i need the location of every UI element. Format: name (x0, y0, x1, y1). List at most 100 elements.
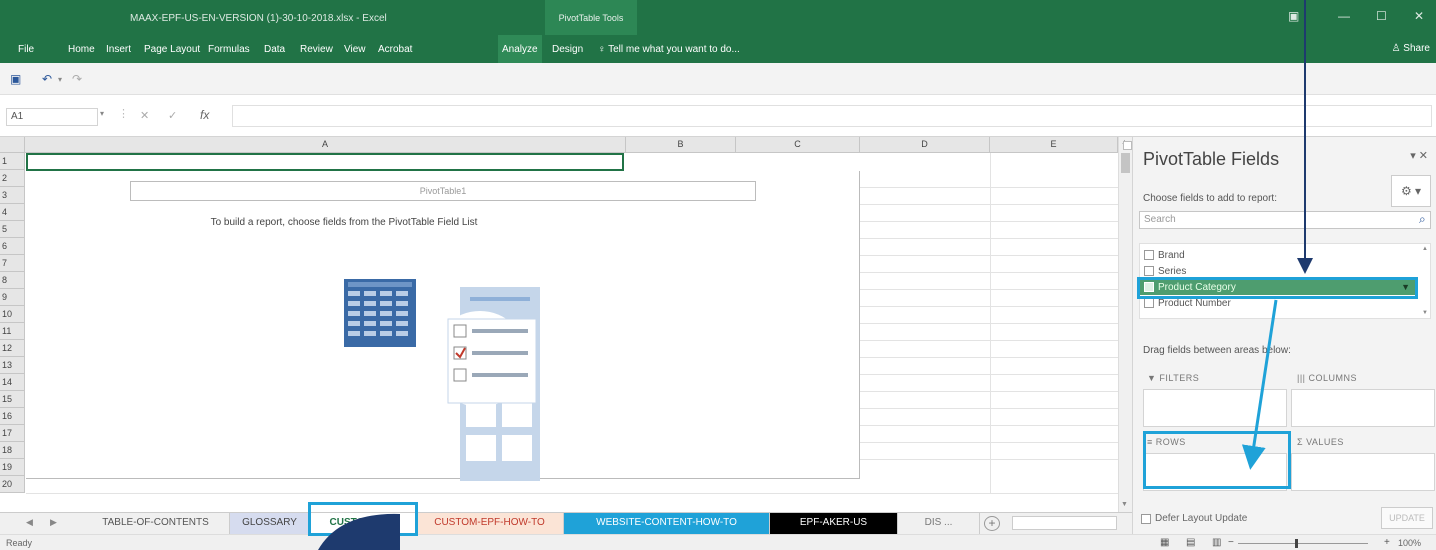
tell-me-search[interactable]: ♀ Tell me what you want to do... (598, 44, 740, 55)
name-box[interactable]: A1 (6, 108, 98, 126)
undo-icon[interactable]: ↶ (42, 72, 52, 86)
column-header-a[interactable]: A (25, 137, 626, 153)
sheet-tab-table-of-contents[interactable]: TABLE-OF-CONTENTS (82, 513, 230, 534)
insert-function-icon[interactable]: fx (200, 108, 209, 122)
select-all-corner[interactable] (0, 137, 25, 153)
tab-data[interactable]: Data (264, 44, 285, 55)
tab-acrobat[interactable]: Acrobat (378, 44, 412, 55)
add-sheet-icon[interactable]: + (984, 516, 1000, 531)
ribbon-display-options-icon[interactable]: ▣ (1288, 9, 1299, 23)
tab-insert[interactable]: Insert (106, 44, 131, 55)
list-scroll-down-icon[interactable]: ▼ (1422, 310, 1428, 316)
gear-icon[interactable]: ⚙ ▾ (1391, 175, 1431, 207)
row-header[interactable]: 3 (0, 187, 25, 204)
row-header[interactable]: 4 (0, 204, 25, 221)
column-header-b[interactable]: B (626, 137, 736, 153)
tab-formulas[interactable]: Formulas (208, 44, 250, 55)
page-break-view-icon[interactable]: ▥ (1212, 537, 1221, 548)
field-item-series[interactable]: Series (1140, 264, 1418, 279)
scroll-thumb[interactable] (1121, 153, 1130, 173)
rows-drop-area[interactable] (1143, 453, 1287, 491)
row-header[interactable]: 8 (0, 272, 25, 289)
values-drop-area[interactable] (1291, 453, 1435, 491)
normal-view-icon[interactable]: ▦ (1160, 537, 1169, 548)
field-item-product-category[interactable]: Product Category ▼ (1140, 280, 1418, 295)
field-dropdown-icon[interactable]: ▼ (1401, 280, 1410, 295)
row-header[interactable]: 10 (0, 306, 25, 323)
prev-sheet-icon[interactable]: ◀ (26, 517, 33, 528)
page-layout-view-icon[interactable]: ▤ (1186, 537, 1195, 548)
row-header[interactable]: 17 (0, 425, 25, 442)
sheet-tab-glossary[interactable]: GLOSSARY (230, 513, 310, 534)
zoom-slider-thumb[interactable] (1295, 539, 1298, 548)
row-header[interactable]: 14 (0, 374, 25, 391)
tab-review[interactable]: Review (300, 44, 333, 55)
row-header[interactable]: 1 (0, 153, 25, 170)
row-header[interactable]: 6 (0, 238, 25, 255)
columns-drop-area[interactable] (1291, 389, 1435, 427)
pivot-table-placeholder[interactable]: PivotTable1 To build a report, choose fi… (26, 171, 860, 481)
close-button[interactable]: ✕ (1414, 9, 1424, 23)
defer-checkbox[interactable] (1141, 514, 1151, 524)
column-header-e[interactable]: E (990, 137, 1118, 153)
pane-resize-icon[interactable] (1123, 141, 1132, 150)
zoom-in-icon[interactable]: + (1384, 537, 1390, 548)
row-header[interactable]: 15 (0, 391, 25, 408)
sheet-tab-epf-aker-us[interactable]: EPF-AKER-US (770, 513, 898, 534)
minimize-button[interactable]: — (1338, 9, 1350, 23)
redo-icon[interactable]: ↷ (72, 72, 82, 86)
row-header[interactable]: 18 (0, 442, 25, 459)
search-icon[interactable]: ⌕ (1419, 212, 1432, 227)
tab-analyze[interactable]: Analyze (502, 44, 538, 55)
field-item-product-number[interactable]: Product Number (1140, 296, 1418, 311)
tab-file[interactable]: File (18, 44, 34, 55)
field-checkbox[interactable] (1144, 266, 1154, 276)
row-header[interactable]: 12 (0, 340, 25, 357)
sheet-tab-custom-epf[interactable]: CUSTOM-EPF (310, 513, 416, 534)
tab-page-layout[interactable]: Page Layout (144, 44, 200, 55)
name-box-dropdown-icon[interactable]: ▾ (100, 109, 104, 118)
enter-icon[interactable]: ✓ (168, 109, 177, 122)
share-button[interactable]: ♙ Share (1392, 43, 1430, 54)
zoom-level[interactable]: 100% (1398, 538, 1421, 548)
tab-design[interactable]: Design (552, 44, 583, 55)
defer-layout-update[interactable]: Defer Layout Update (1141, 513, 1247, 524)
row-header[interactable]: 19 (0, 459, 25, 476)
row-header[interactable]: 13 (0, 357, 25, 374)
field-item-brand[interactable]: Brand (1140, 248, 1418, 263)
row-header[interactable]: 9 (0, 289, 25, 306)
restore-button[interactable]: ☐ (1376, 9, 1387, 23)
worksheet-grid[interactable]: A B C D E 1 2 3 4 5 6 7 8 9 10 11 12 13 … (0, 137, 1118, 512)
tab-home[interactable]: Home (68, 44, 95, 55)
row-header[interactable]: 7 (0, 255, 25, 272)
zoom-out-icon[interactable]: − (1228, 537, 1234, 548)
row-header[interactable]: 20 (0, 476, 25, 493)
field-checkbox[interactable] (1144, 282, 1154, 292)
sheet-tab-website-content-how-to[interactable]: WEBSITE-CONTENT-HOW-TO (564, 513, 770, 534)
column-header-c[interactable]: C (736, 137, 860, 153)
update-button[interactable]: UPDATE (1381, 507, 1433, 529)
selected-cell-a1[interactable] (26, 153, 624, 171)
cancel-icon[interactable]: ✕ (140, 109, 149, 122)
sheet-tab-more[interactable]: DIS ... (898, 513, 980, 534)
zoom-slider[interactable] (1238, 543, 1368, 544)
row-header[interactable]: 5 (0, 221, 25, 238)
next-sheet-icon[interactable]: ▶ (50, 517, 57, 528)
vertical-scrollbar[interactable]: ▲ ▼ (1118, 137, 1132, 512)
scroll-down-icon[interactable]: ▼ (1121, 501, 1128, 508)
filters-drop-area[interactable] (1143, 389, 1287, 427)
tab-view[interactable]: View (344, 44, 366, 55)
list-scroll-up-icon[interactable]: ▲ (1422, 246, 1428, 252)
field-checkbox[interactable] (1144, 298, 1154, 308)
column-header-d[interactable]: D (860, 137, 990, 153)
pane-close-icon[interactable]: ▾ ✕ (1410, 149, 1428, 162)
sheet-tab-custom-epf-how-to[interactable]: CUSTOM-EPF-HOW-TO (416, 513, 564, 534)
row-header[interactable]: 2 (0, 170, 25, 187)
row-header[interactable]: 16 (0, 408, 25, 425)
row-header[interactable]: 11 (0, 323, 25, 340)
field-search-input[interactable]: Search (1139, 211, 1431, 229)
horizontal-scrollbar[interactable] (1012, 516, 1117, 530)
formula-input[interactable] (232, 105, 1432, 127)
field-checkbox[interactable] (1144, 250, 1154, 260)
save-icon[interactable]: ▣ (10, 72, 21, 86)
